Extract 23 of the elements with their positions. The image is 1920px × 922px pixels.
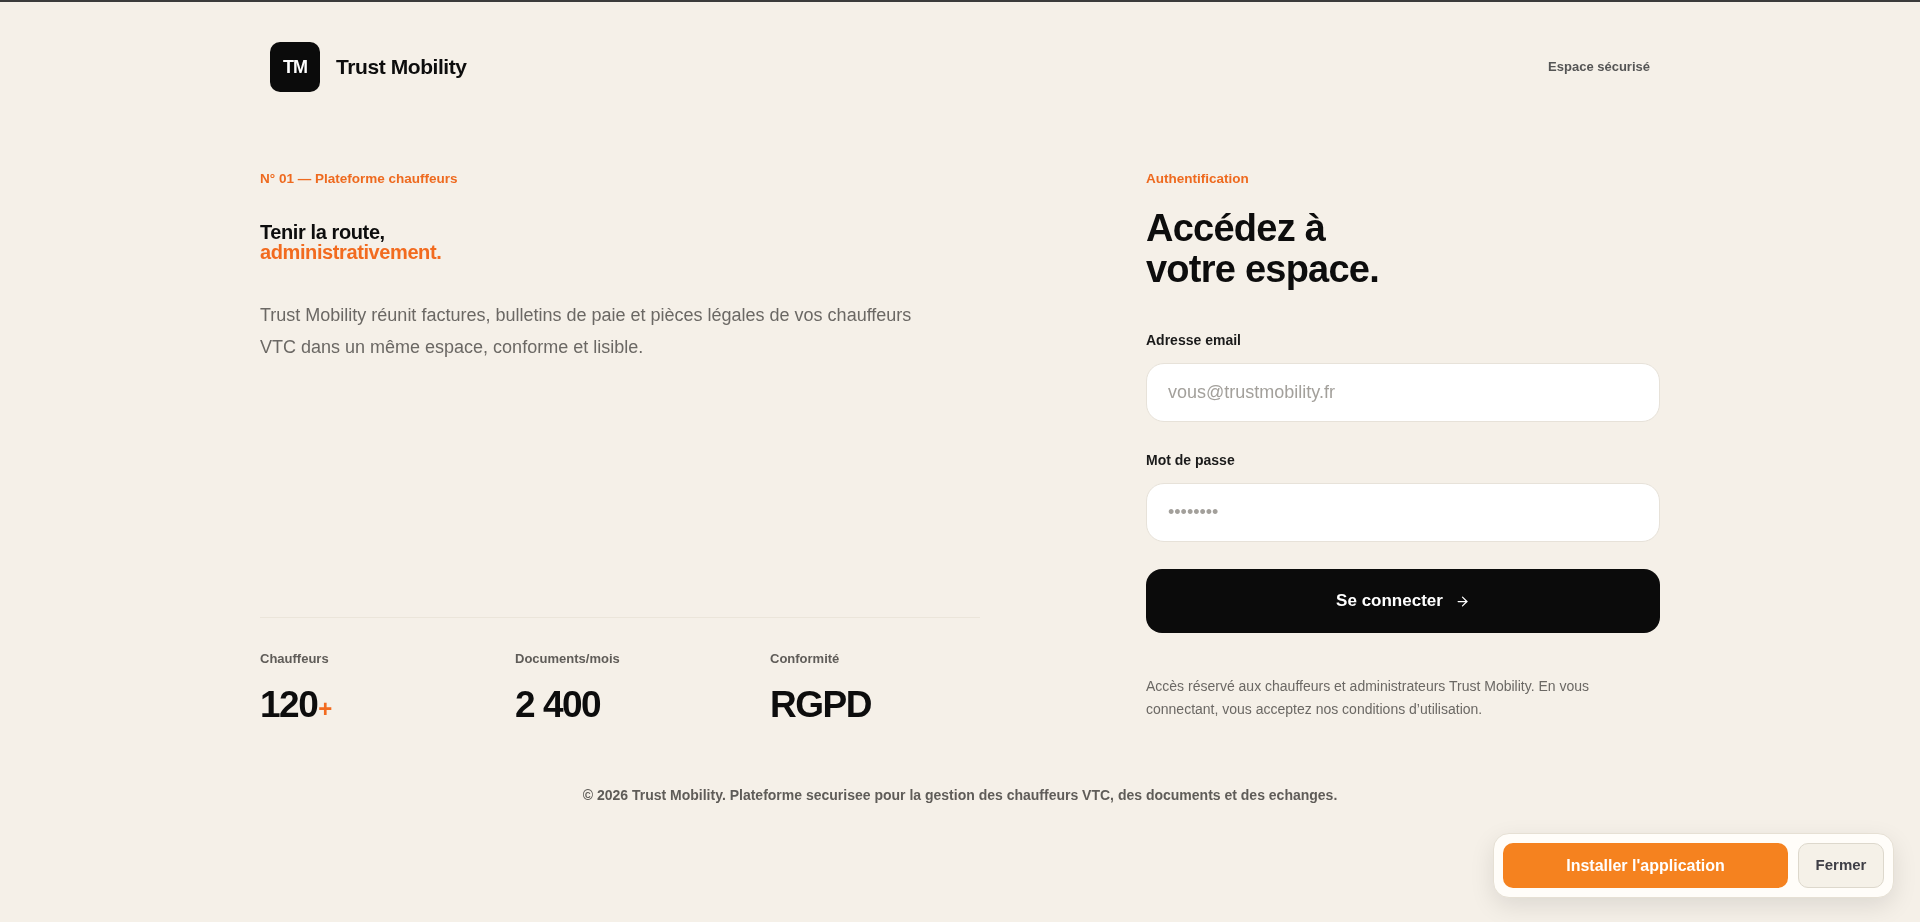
footer-copyright: © 2026 Trust Mobility. Plateforme securisee pour la gestion des chauffeurs VTC, des documents et des echanges.	[582, 786, 1338, 805]
hero-eyebrow: N° 01 — Plateforme chauffeurs	[260, 170, 458, 188]
logo-mark: TM	[270, 42, 320, 92]
login-eyebrow: Authentification	[1146, 170, 1249, 188]
stat-label: Chauffeurs	[260, 651, 329, 667]
field-label: Mot de passe	[1146, 451, 1235, 469]
email-field[interactable]: vous@trustmobility.fr	[1146, 363, 1660, 422]
secure-area-label: Espace sécurisé	[1548, 58, 1651, 77]
access-note: Accès réservé aux chauffeurs et administrateurs Trust Mobility. En vous connectant, vous acceptez nos conditions d’utilisation.	[1146, 677, 1590, 719]
login-heading: Accédez à votre espace.	[1146, 208, 1380, 290]
hero-description: Trust Mobility réunit factures, bulletins de paie et pièces légales de vos chauffeurs VTC dans un même espace, conforme et lisible.	[260, 304, 913, 359]
field-label: Adresse email	[1146, 331, 1241, 349]
dismiss-button[interactable]: Fermer	[1798, 843, 1884, 888]
stat-value: 120+	[260, 685, 331, 727]
stat-value: 2 400	[515, 685, 601, 725]
stat-value: RGPD	[770, 685, 871, 725]
arrow-right-icon	[1454, 593, 1470, 609]
sign-in-button[interactable]: Se connecter	[1146, 569, 1660, 633]
stat-label: Documents/mois	[515, 651, 620, 667]
stat-label: Conformité	[770, 651, 840, 667]
password-field[interactable]: ••••••••	[1146, 483, 1660, 542]
brand-name: Trust Mobility	[336, 54, 467, 81]
hero-heading: Tenir la route, administrativement.	[260, 222, 442, 262]
